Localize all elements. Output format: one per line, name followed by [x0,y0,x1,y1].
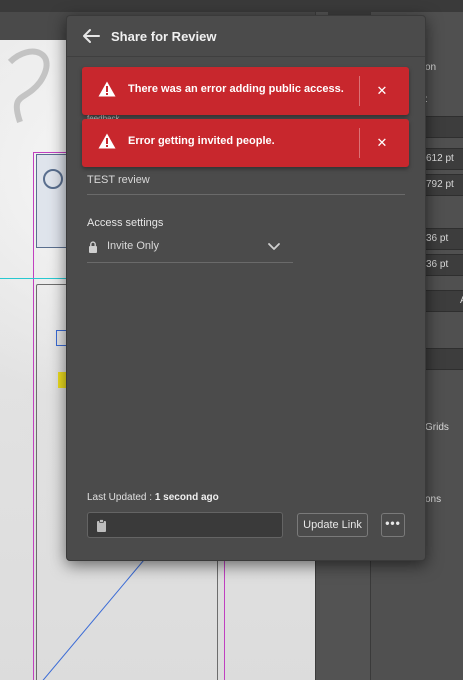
review-name-underline [87,194,405,195]
access-settings-label: Access settings [87,217,164,229]
error-toast-invited-people: Error getting invited people. ✕ [82,119,409,167]
chevron-down-icon [268,243,280,250]
warning-icon [98,133,116,149]
panel-text-on: on [425,62,437,73]
close-icon[interactable]: ✕ [373,82,391,100]
update-link-button[interactable]: Update Link [297,513,368,537]
height-value: 792 pt [426,179,454,190]
overset-text-marker [58,372,66,388]
app-top-bar [0,0,463,12]
share-for-review-dialog: Share for Review feedback There was an e… [66,15,426,561]
options-label: ons [425,494,442,505]
toast-divider [359,128,360,158]
last-updated-label: Last Updated : [87,492,153,503]
grids-label: Grids [425,422,449,433]
close-icon[interactable]: ✕ [373,134,391,152]
dialog-title: Share for Review [111,29,217,44]
lock-icon [89,241,97,253]
margin-top-value: 36 pt [426,233,449,244]
review-name-input[interactable]: TEST review [87,174,150,186]
access-selected-value: Invite Only [107,240,159,252]
error-message: There was an error adding public access. [128,83,344,95]
toast-divider [359,76,360,106]
last-updated: Last Updated : 1 second ago [87,492,219,503]
scroll-ornament [7,48,50,123]
error-message: Error getting invited people. [128,135,275,147]
warning-icon [98,81,116,97]
review-link-field[interactable] [87,512,283,538]
more-icon[interactable]: ••• [381,513,405,537]
last-updated-value: 1 second ago [154,492,219,503]
margin-bottom-value: 36 pt [426,259,449,270]
access-settings-dropdown[interactable]: Invite Only [87,236,293,263]
error-toast-public-access: There was an error adding public access.… [82,67,409,115]
clipboard-icon[interactable] [96,519,107,532]
back-arrow-icon[interactable] [81,27,101,45]
dialog-header: Share for Review [67,16,425,57]
width-value: 612 pt [426,153,454,164]
